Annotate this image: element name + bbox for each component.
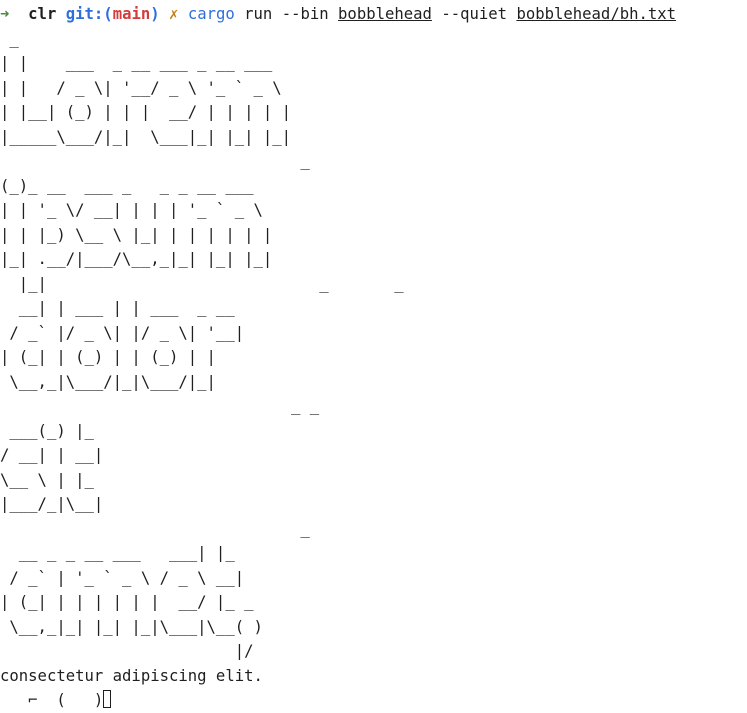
prompt-paren-open: ( — [103, 5, 113, 23]
terminal-cursor — [103, 690, 112, 708]
prompt-directory: clr — [28, 5, 57, 23]
output-text: consectetur adipiscing elit. — [0, 666, 263, 685]
terminal-window[interactable]: ➜ clr git:(main) ✗ cargo run --bin bobbl… — [0, 0, 747, 709]
command-args-run: run --bin — [244, 5, 329, 23]
prompt-git-label: git: — [65, 5, 104, 23]
command-args-quiet: --quiet — [441, 5, 508, 23]
command-bin-name[interactable]: bobblehead — [338, 5, 432, 23]
prompt-paren-close: ) — [150, 5, 160, 23]
next-prompt-fragment: ⌐ ( ) — [0, 691, 104, 709]
dirty-mark-icon: ✗ — [169, 5, 179, 23]
command-line: ➜ clr git:(main) ✗ cargo run --bin bobbl… — [0, 2, 747, 27]
prompt-arrow-icon: ➜ — [0, 5, 10, 23]
command-program: cargo — [187, 5, 235, 23]
ascii-art-output: _ | | ___ _ __ ___ _ __ ___ | | / _ \| '… — [0, 29, 404, 661]
next-prompt-line[interactable]: ⌐ ( ) — [0, 688, 747, 713]
prompt-branch-name: main — [112, 5, 151, 23]
command-file-path[interactable]: bobblehead/bh.txt — [516, 5, 676, 23]
